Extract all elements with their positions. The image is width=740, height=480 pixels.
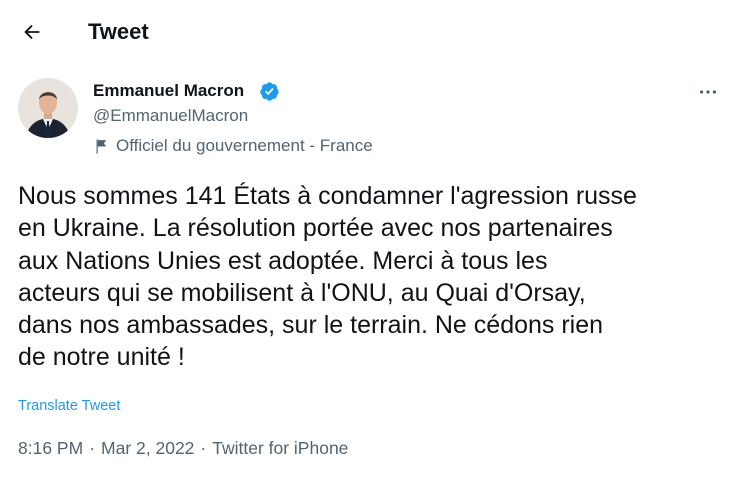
tweet-page: Tweet Emmanuel Macron @EmmanuelMacron Of…	[0, 0, 740, 480]
avatar[interactable]	[18, 78, 78, 138]
author-handle[interactable]: @EmmanuelMacron	[93, 105, 248, 127]
tweet-source[interactable]: Twitter for iPhone	[212, 436, 348, 460]
verified-badge-icon	[260, 82, 279, 101]
translate-tweet-link[interactable]: Translate Tweet	[18, 396, 120, 416]
government-label-text: Officiel du gouvernement - France	[116, 136, 373, 155]
tweet-time[interactable]: 8:16 PM	[18, 436, 83, 460]
back-button[interactable]	[14, 14, 50, 50]
arrow-left-icon	[24, 24, 40, 40]
tweet-text: Nous sommes 141 États à condamner l'agre…	[18, 182, 637, 372]
meta-separator: ·	[89, 438, 96, 458]
author-name[interactable]: Emmanuel Macron	[93, 80, 244, 102]
more-options-button[interactable]	[692, 78, 724, 106]
page-title: Tweet	[88, 19, 149, 44]
avatar-image	[18, 78, 78, 138]
tweet-date[interactable]: Mar 2, 2022	[101, 436, 194, 460]
more-horizontal-icon	[699, 90, 717, 94]
government-account-label[interactable]: Officiel du gouvernement - France	[93, 135, 373, 157]
page-header: Tweet	[0, 0, 740, 64]
flag-icon	[96, 138, 107, 154]
tweet-meta: 8:16 PM · Mar 2, 2022 · Twitter for iPho…	[18, 436, 348, 460]
meta-separator: ·	[200, 438, 207, 458]
